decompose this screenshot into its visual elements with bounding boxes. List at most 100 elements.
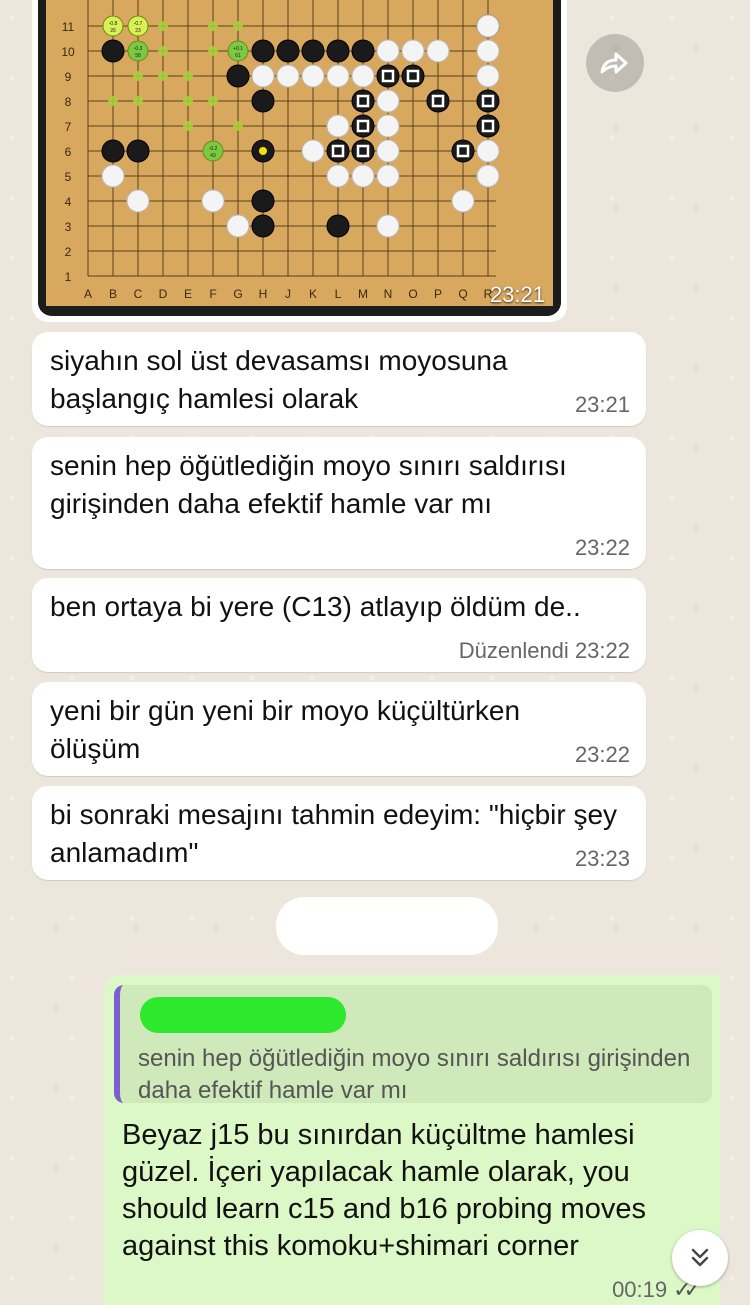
black-stone: [476, 114, 500, 138]
incoming-message[interactable]: senin hep öğütlediğin moyo sınırı saldır…: [32, 437, 646, 569]
row-label: 5: [65, 170, 72, 184]
row-label: 1: [65, 270, 72, 284]
incoming-message[interactable]: bi sonraki mesajını tahmin edeyim: "hiçb…: [32, 786, 646, 880]
column-label: C: [134, 287, 143, 301]
white-stone: [301, 64, 325, 88]
column-label: G: [233, 287, 242, 301]
last-move-mark: [259, 147, 267, 155]
message-time: 00:19: [612, 1277, 668, 1302]
white-stone: [276, 64, 300, 88]
incoming-message[interactable]: ben ortaya bi yere (C13) atlayıp öldüm d…: [32, 578, 646, 672]
column-label: D: [159, 287, 168, 301]
black-stone: [476, 89, 500, 113]
white-stone: [376, 89, 400, 113]
message-text: senin hep öğütlediğin moyo sınırı saldır…: [50, 450, 567, 519]
white-stone: [476, 14, 500, 38]
incoming-message[interactable]: siyahın sol üst devasamsı moyosuna başla…: [32, 332, 646, 426]
black-stone: [376, 64, 400, 88]
black-stone: [276, 39, 300, 63]
hint-dot: [208, 46, 218, 56]
row-label: 11: [62, 20, 75, 34]
message-time: 23:22: [574, 742, 630, 767]
analysis-label: 61: [235, 53, 241, 59]
white-stone: [426, 39, 450, 63]
message-time: 23:22: [574, 535, 630, 560]
column-label: K: [309, 287, 317, 301]
analysis-label: -0.3: [134, 46, 143, 52]
redacted-date-chip: [276, 897, 498, 955]
analysis-label: 58: [135, 53, 141, 59]
white-stone: [326, 164, 350, 188]
white-stone: [251, 64, 275, 88]
black-stone: [126, 139, 150, 163]
analysis-label: -0.8: [109, 21, 118, 27]
white-stone: [301, 139, 325, 163]
column-label: P: [434, 287, 442, 301]
white-stone: [351, 164, 375, 188]
analysis-label: -0.7: [134, 21, 143, 27]
hint-dot: [233, 121, 243, 131]
column-label: F: [209, 287, 216, 301]
analysis-label: 26: [110, 28, 116, 34]
column-label: A: [84, 287, 92, 301]
white-stone: [376, 214, 400, 238]
hint-dot: [158, 21, 168, 31]
white-stone: [476, 139, 500, 163]
black-stone: [351, 39, 375, 63]
column-label: H: [259, 287, 268, 301]
white-stone: [401, 39, 425, 63]
scroll-to-bottom-button[interactable]: [672, 1230, 728, 1286]
hint-dot: [158, 46, 168, 56]
image-message[interactable]: 11 10 9 8 7 6 5 4 3 2 1 A B C D E F G H J K L M N O P Q R -0.8 26 -0.…: [32, 0, 567, 322]
forward-button[interactable]: [586, 34, 644, 92]
analysis-label: -0.2: [209, 146, 218, 152]
row-label: 6: [65, 145, 72, 159]
white-stone: [226, 214, 250, 238]
go-board-image[interactable]: 11 10 9 8 7 6 5 4 3 2 1 A B C D E F G H J K L M N O P Q R -0.8 26 -0.…: [38, 0, 561, 316]
hint-dot: [208, 96, 218, 106]
row-label: 8: [65, 95, 72, 109]
white-stone: [376, 39, 400, 63]
black-stone: [251, 89, 275, 113]
message-text: siyahın sol üst devasamsı moyosuna başla…: [50, 345, 508, 414]
go-board: 1110987654321A B C D E F G H J K L M N O P Q R -0.826-0.…: [38, 0, 561, 316]
white-stone: [326, 64, 350, 88]
outgoing-message[interactable]: senin hep öğütlediğin moyo sınırı saldır…: [104, 975, 720, 1305]
column-label: O: [408, 287, 417, 301]
hint-dot: [183, 96, 193, 106]
black-stone: [401, 64, 425, 88]
row-label: 4: [65, 195, 72, 209]
black-stone: [326, 139, 350, 163]
quoted-message[interactable]: senin hep öğütlediğin moyo sınırı saldır…: [114, 985, 712, 1104]
message-text: ben ortaya bi yere (C13) atlayıp öldüm d…: [50, 591, 581, 622]
incoming-message[interactable]: yeni bir gün yeni bir moyo küçültürken ö…: [32, 682, 646, 776]
message-status: 00:19 ✓✓: [612, 1277, 702, 1303]
column-label: N: [384, 287, 393, 301]
white-stone: [376, 164, 400, 188]
white-stone: [351, 64, 375, 88]
row-label: 9: [65, 70, 72, 84]
column-label: B: [109, 287, 117, 301]
white-stone: [476, 64, 500, 88]
black-stone: [426, 89, 450, 113]
white-stone: [376, 139, 400, 163]
message-time: 23:21: [574, 392, 630, 417]
black-stone: [301, 39, 325, 63]
black-stone: [326, 39, 350, 63]
column-label: Q: [458, 287, 467, 301]
message-time-edited: Düzenlendi 23:22: [459, 638, 630, 664]
quoted-text: senin hep öğütlediğin moyo sınırı saldır…: [138, 1045, 691, 1104]
redacted-author: [140, 997, 346, 1033]
white-stone: [126, 189, 150, 213]
black-stone: [326, 214, 350, 238]
row-label: 3: [65, 220, 72, 234]
hint-dot: [133, 96, 143, 106]
black-stone: [251, 189, 275, 213]
black-stone: [451, 139, 475, 163]
black-stone: [101, 39, 125, 63]
hint-dot: [183, 121, 193, 131]
hint-dot: [133, 71, 143, 81]
white-stone: [376, 114, 400, 138]
row-label: 2: [65, 245, 72, 259]
message-time: 23:21: [489, 282, 545, 307]
